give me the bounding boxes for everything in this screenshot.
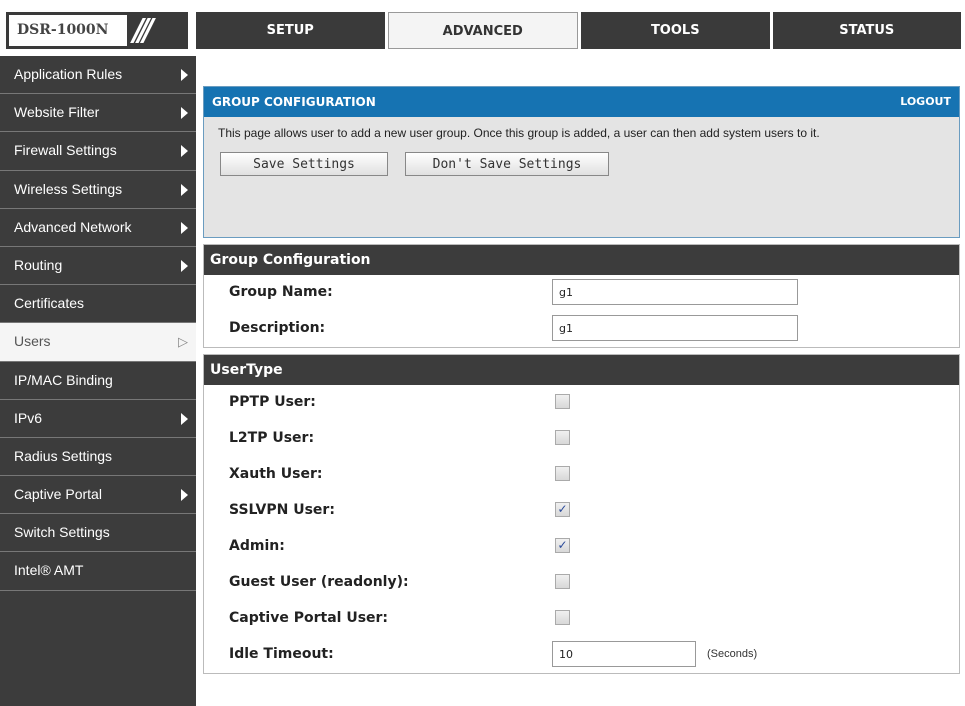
action-buttons: Save Settings Don't Save Settings xyxy=(204,142,959,176)
main-tabs: SETUP ADVANCED TOOLS STATUS xyxy=(196,12,961,49)
group-name-label: Group Name: xyxy=(229,284,333,300)
l2tp-user-label: L2TP User: xyxy=(229,430,315,446)
page-description: This page allows user to add a new user … xyxy=(218,126,820,140)
idle-timeout-row: Idle Timeout: (Seconds) xyxy=(204,637,959,673)
pptp-user-row: PPTP User: xyxy=(204,385,959,421)
section-header: UserType xyxy=(204,355,959,385)
pptp-user-checkbox[interactable] xyxy=(555,394,570,409)
chevron-right-icon xyxy=(181,412,188,425)
sidebar-item-label: Firewall Settings xyxy=(14,142,117,159)
main-content: GROUP CONFIGURATION LOGOUT This page all… xyxy=(203,86,960,674)
sidebar-item-label: Certificates xyxy=(14,295,85,312)
sslvpn-user-label: SSLVPN User: xyxy=(229,502,335,518)
captive-portal-user-checkbox[interactable] xyxy=(555,610,570,625)
device-logo: DSR-1000N /// xyxy=(6,12,188,49)
admin-label: Admin: xyxy=(229,538,285,554)
guest-user-row: Guest User (readonly): xyxy=(204,565,959,601)
l2tp-user-checkbox[interactable] xyxy=(555,430,570,445)
sidebar-item-advanced-network[interactable]: Advanced Network xyxy=(0,209,196,247)
sidebar-item-label: Users xyxy=(14,333,51,350)
page-title: GROUP CONFIGURATION xyxy=(212,95,376,109)
tab-advanced[interactable]: ADVANCED xyxy=(387,12,578,49)
logo-slashes: /// xyxy=(133,13,154,48)
description-label: Description: xyxy=(229,320,326,336)
chevron-right-icon xyxy=(181,489,188,502)
sidebar-item-ipv6[interactable]: IPv6 xyxy=(0,400,196,438)
idle-timeout-unit: (Seconds) xyxy=(707,648,758,660)
pptp-user-label: PPTP User: xyxy=(229,394,316,410)
description-row: Description: xyxy=(204,311,959,347)
top-header: DSR-1000N /// SETUP ADVANCED TOOLS STATU… xyxy=(0,0,965,55)
sidebar-item-label: Captive Portal xyxy=(14,486,102,503)
captive-portal-user-row: Captive Portal User: xyxy=(204,601,959,637)
logout-link[interactable]: LOGOUT xyxy=(900,87,951,117)
description-input[interactable] xyxy=(552,315,798,341)
sidebar-item-label: IP/MAC Binding xyxy=(14,371,113,388)
admin-checkbox[interactable]: ✓ xyxy=(555,538,570,553)
sidebar-item-switch-settings[interactable]: Switch Settings xyxy=(0,514,196,553)
tab-setup[interactable]: SETUP xyxy=(196,12,385,49)
sidebar-item-wireless-settings[interactable]: Wireless Settings xyxy=(0,171,196,209)
sidebar-item-website-filter[interactable]: Website Filter xyxy=(0,94,196,133)
tab-status[interactable]: STATUS xyxy=(772,12,961,49)
xauth-user-row: Xauth User: xyxy=(204,457,959,493)
sidebar-item-label: Routing xyxy=(14,256,63,273)
sidebar-item-label: Application Rules xyxy=(14,66,123,82)
idle-timeout-label: Idle Timeout: xyxy=(229,646,334,662)
sidebar-item-certificates[interactable]: Certificates xyxy=(0,285,196,324)
chevron-right-icon xyxy=(181,259,188,272)
guest-user-label: Guest User (readonly): xyxy=(229,574,409,590)
sidebar: Application Rules Website Filter Firewal… xyxy=(0,56,196,706)
sidebar-item-routing[interactable]: Routing xyxy=(0,247,196,286)
sidebar-item-application-rules[interactable]: Application Rules xyxy=(0,56,196,95)
chevron-right-icon xyxy=(181,221,188,234)
sidebar-item-label: Intel® AMT xyxy=(14,562,84,579)
group-configuration-panel: GROUP CONFIGURATION LOGOUT This page all… xyxy=(203,86,960,238)
xauth-user-label: Xauth User: xyxy=(229,466,323,482)
sidebar-item-label: IPv6 xyxy=(14,409,43,426)
model-name: DSR-1000N xyxy=(9,15,127,46)
guest-user-checkbox[interactable] xyxy=(555,574,570,589)
group-name-row: Group Name: xyxy=(204,275,959,311)
sidebar-item-firewall-settings[interactable]: Firewall Settings xyxy=(0,132,196,171)
chevron-right-outline-icon: ▷ xyxy=(178,334,188,350)
panel-header: GROUP CONFIGURATION LOGOUT xyxy=(204,87,959,117)
group-configuration-section: Group Configuration Group Name: Descript… xyxy=(203,244,960,348)
chevron-right-icon xyxy=(181,145,188,158)
group-name-input[interactable] xyxy=(552,279,798,305)
user-type-section: UserType PPTP User: L2TP User: Xauth Use… xyxy=(203,354,960,674)
section-header: Group Configuration xyxy=(204,245,959,275)
chevron-right-icon xyxy=(181,69,188,81)
sslvpn-user-checkbox[interactable]: ✓ xyxy=(555,502,570,517)
save-settings-button[interactable]: Save Settings xyxy=(220,152,388,176)
dont-save-settings-button[interactable]: Don't Save Settings xyxy=(405,152,609,176)
sidebar-item-users[interactable]: Users ▷ xyxy=(0,323,196,362)
sslvpn-user-row: SSLVPN User: ✓ xyxy=(204,493,959,529)
tab-tools[interactable]: TOOLS xyxy=(581,12,770,49)
sidebar-item-radius-settings[interactable]: Radius Settings xyxy=(0,438,196,477)
chevron-right-icon xyxy=(181,183,188,196)
sidebar-item-captive-portal[interactable]: Captive Portal xyxy=(0,476,196,515)
xauth-user-checkbox[interactable] xyxy=(555,466,570,481)
sidebar-item-label: Advanced Network xyxy=(14,218,132,235)
sidebar-item-label: Wireless Settings xyxy=(14,180,123,197)
admin-row: Admin: ✓ xyxy=(204,529,959,565)
captive-portal-user-label: Captive Portal User: xyxy=(229,610,389,626)
sidebar-item-intel-amt[interactable]: Intel® AMT xyxy=(0,552,196,591)
l2tp-user-row: L2TP User: xyxy=(204,421,959,457)
sidebar-item-label: Website Filter xyxy=(14,104,100,121)
sidebar-item-label: Switch Settings xyxy=(14,524,110,541)
sidebar-item-ip-mac-binding[interactable]: IP/MAC Binding xyxy=(0,362,196,400)
chevron-right-icon xyxy=(181,107,188,120)
sidebar-item-label: Radius Settings xyxy=(14,447,113,464)
idle-timeout-input[interactable] xyxy=(552,641,696,667)
